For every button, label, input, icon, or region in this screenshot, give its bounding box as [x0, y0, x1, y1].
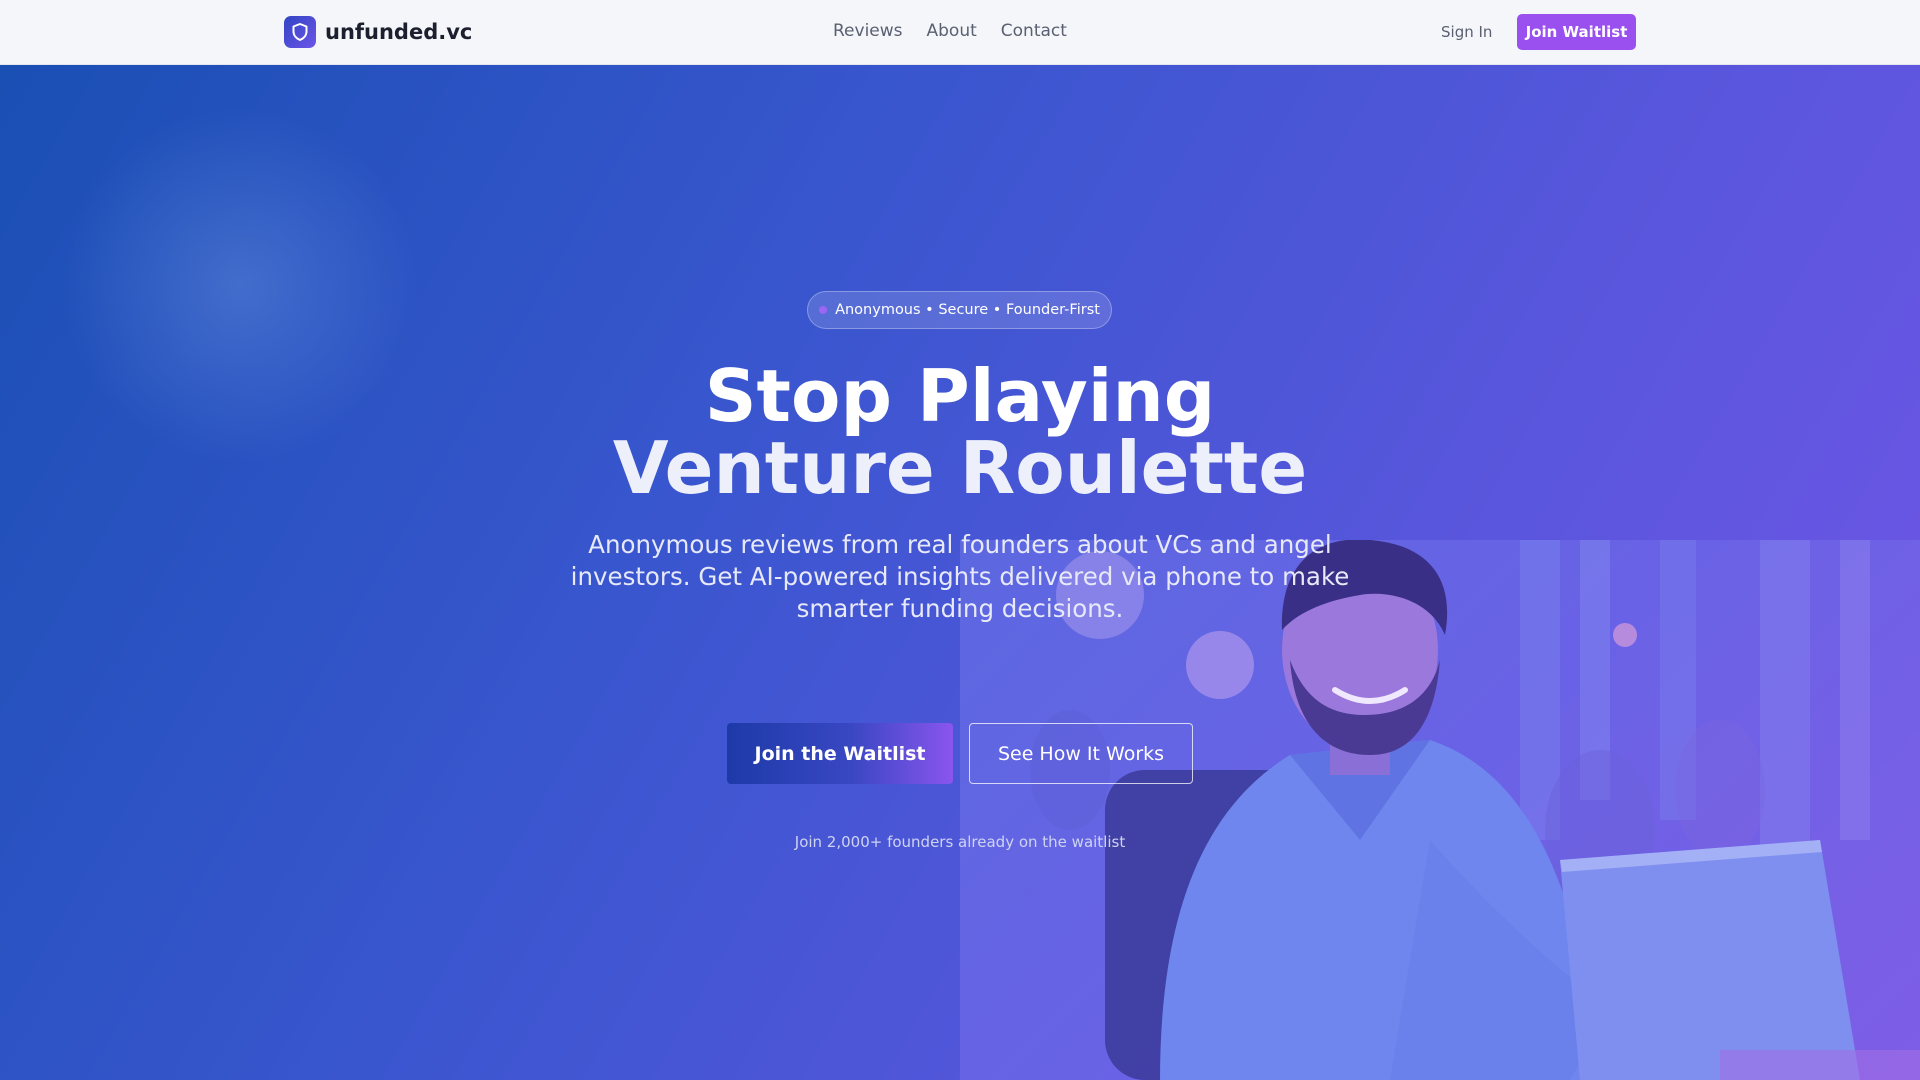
top-navbar: unfunded.vc Reviews About Contact Sign I…	[0, 0, 1920, 65]
nav-link-contact[interactable]: Contact	[1001, 21, 1067, 41]
nav-link-reviews[interactable]: Reviews	[833, 21, 903, 41]
brand-name: unfunded.vc	[325, 19, 473, 44]
nav-link-about[interactable]: About	[927, 21, 977, 41]
see-how-it-works-button[interactable]: See How It Works	[969, 723, 1193, 784]
brand-logo-link[interactable]: unfunded.vc	[284, 15, 472, 48]
waitlist-social-proof: Join 2,000+ founders already on the wait…	[794, 833, 1126, 851]
hero-headline-line2: Venture Roulette	[612, 426, 1308, 510]
hero-glow-decoration	[60, 105, 420, 465]
hero-headline-line1: Stop Playing	[704, 354, 1216, 438]
hero-subtitle: Anonymous reviews from real founders abo…	[570, 530, 1350, 623]
shield-icon	[284, 15, 316, 48]
join-waitlist-nav-button[interactable]: Join Waitlist	[1517, 14, 1636, 50]
hero-section: Anonymous • Secure • Founder-First Stop …	[0, 65, 1920, 1080]
main-nav: Reviews About Contact	[833, 21, 1067, 41]
hero-badge: Anonymous • Secure • Founder-First	[807, 291, 1112, 329]
sign-in-link[interactable]: Sign In	[1441, 23, 1492, 41]
hero-badge-text: Anonymous • Secure • Founder-First	[835, 302, 1100, 318]
hero-headline: Stop Playing Venture Roulette	[460, 360, 1460, 504]
join-the-waitlist-button[interactable]: Join the Waitlist	[727, 723, 953, 784]
status-dot-icon	[819, 306, 828, 314]
